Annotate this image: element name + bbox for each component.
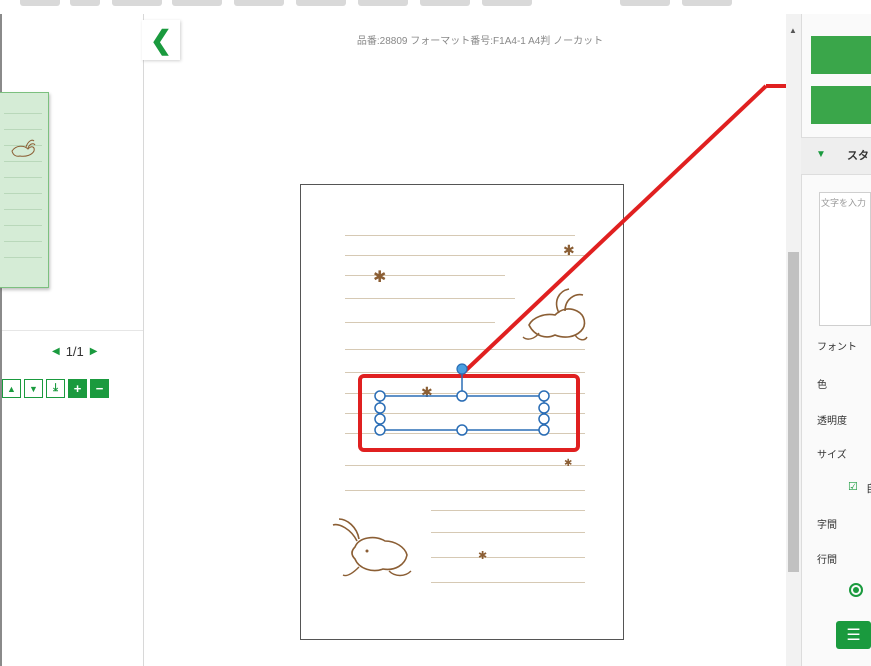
checkbox-label: 自 <box>866 480 871 496</box>
toolbar-tab[interactable] <box>620 0 670 6</box>
checkbox-checked-icon[interactable]: ☑ <box>848 480 858 493</box>
style-section-label: スタ <box>847 150 869 162</box>
chevron-left-icon: ❮ <box>150 24 172 55</box>
toolbar-tab[interactable] <box>482 0 532 6</box>
secondary-action-button[interactable] <box>811 86 871 124</box>
paper-page[interactable]: ✱ ✱ ✱ ✱ ✱ <box>300 184 624 640</box>
star-decoration-icon: ✱ <box>564 458 573 469</box>
opacity-label: 透明度 <box>817 416 847 427</box>
rabbit-icon <box>522 288 588 341</box>
align-left-icon: ☰ <box>846 627 861 644</box>
size-label: サイズ <box>817 450 847 461</box>
next-page-button[interactable]: ▶ <box>90 346 98 357</box>
collapse-panel-button[interactable]: ❮ <box>142 20 180 60</box>
ruled-line <box>345 433 585 434</box>
triangle-down-icon: ▼ <box>816 149 826 160</box>
ruled-line <box>431 582 585 583</box>
ruled-line <box>345 393 585 394</box>
star-decoration-icon: ✱ <box>421 384 433 400</box>
top-toolbar-strip <box>0 0 871 14</box>
ruled-line <box>345 322 495 323</box>
star-decoration-icon: ✱ <box>563 242 575 258</box>
move-up-button[interactable]: ▲ <box>2 379 21 398</box>
move-down-button[interactable]: ▼ <box>24 379 43 398</box>
add-page-button[interactable]: + <box>68 379 87 398</box>
ruled-line <box>345 275 505 276</box>
toolbar-tab[interactable] <box>172 0 222 6</box>
scroll-up-arrow-icon[interactable]: ▲ <box>789 26 797 35</box>
text-input-placeholder: 文字を入力 <box>821 198 867 208</box>
toolbar-tab[interactable] <box>682 0 732 6</box>
page-tools: ▲ ▼ ⤓ + − <box>2 379 109 398</box>
ruled-line <box>345 413 585 414</box>
toolbar-tab[interactable] <box>358 0 408 6</box>
ruled-line <box>431 557 585 558</box>
primary-action-button[interactable] <box>811 36 871 74</box>
ruled-line <box>431 510 585 511</box>
toolbar-tab[interactable] <box>112 0 162 6</box>
ruled-line <box>345 255 585 256</box>
move-bottom-button[interactable]: ⤓ <box>46 379 65 398</box>
prev-page-button[interactable]: ◀ <box>52 346 60 357</box>
line-spacing-label: 行間 <box>817 555 837 566</box>
ruled-line <box>345 490 585 491</box>
rabbit-thumbnail-icon <box>11 139 36 157</box>
page-thumbnail[interactable] <box>0 92 49 288</box>
radio-selected[interactable] <box>849 583 863 597</box>
text-input-area[interactable] <box>819 192 871 326</box>
toolbar-tab[interactable] <box>70 0 100 6</box>
star-decoration-icon: ✱ <box>478 550 488 562</box>
ruled-line <box>345 465 585 466</box>
rabbit-icon <box>332 518 412 577</box>
page-counter: 1/1 <box>65 344 84 359</box>
toolbar-tab[interactable] <box>296 0 346 6</box>
ruled-line <box>345 372 585 373</box>
color-label: 色 <box>817 380 827 391</box>
page-pager: ◀ 1/1 ▶ <box>52 344 97 359</box>
remove-page-button[interactable]: − <box>90 379 109 398</box>
ruled-line <box>345 298 515 299</box>
star-decoration-icon: ✱ <box>373 269 387 286</box>
ruled-line <box>345 235 575 236</box>
canvas-title: 品番:28809 フォーマット番号:F1A4-1 A4判 ノーカット <box>356 36 604 47</box>
char-spacing-label: 字間 <box>817 520 837 531</box>
toolbar-tab[interactable] <box>234 0 284 6</box>
ruled-line <box>431 532 585 533</box>
font-label: フォント <box>817 342 857 353</box>
scrollbar-thumb[interactable] <box>788 252 799 572</box>
toolbar-tab[interactable] <box>420 0 470 6</box>
ruled-line <box>345 349 585 350</box>
toolbar-tab[interactable] <box>20 0 60 6</box>
align-left-button[interactable]: ☰ <box>836 621 871 649</box>
